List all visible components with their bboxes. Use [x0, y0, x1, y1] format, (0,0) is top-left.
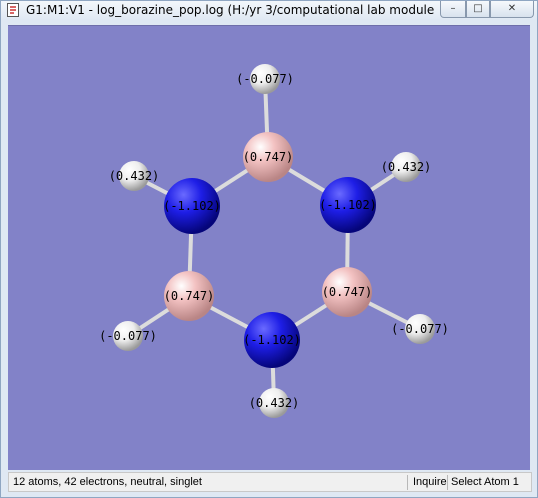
- charge-label: (-1.102): [319, 198, 377, 212]
- gaussview-window: G1:M1:V1 - log_borazine_pop.log (H:/yr 3…: [0, 0, 538, 498]
- charge-label: (0.432): [109, 169, 160, 183]
- charge-label: (0.747): [243, 150, 294, 164]
- status-divider: [447, 475, 448, 490]
- status-divider: [407, 475, 408, 490]
- maximize-button[interactable]: □: [466, 1, 490, 18]
- atoms-layer: [113, 64, 435, 418]
- document-icon: [7, 3, 19, 17]
- charge-label: (-0.077): [236, 72, 294, 86]
- charge-label: (-0.077): [391, 322, 449, 336]
- charge-label: (-1.102): [243, 333, 301, 347]
- close-button[interactable]: ✕: [490, 1, 534, 18]
- molecule-canvas[interactable]: (0.747) (0.747) (0.747) (-1.102) (-1.102) (-1…: [8, 26, 530, 470]
- title-bar[interactable]: G1:M1:V1 - log_borazine_pop.log (H:/yr 3…: [1, 1, 537, 20]
- status-bar: 12 atoms, 42 electrons, neutral, singlet…: [8, 472, 532, 492]
- minimize-button[interactable]: –: [440, 1, 466, 18]
- charge-label: (0.747): [322, 285, 373, 299]
- charge-label: (0.432): [381, 160, 432, 174]
- action-indicator: Select Atom 1: [451, 476, 519, 488]
- molecule-viewport[interactable]: (0.747) (0.747) (0.747) (-1.102) (-1.102) (-1…: [8, 25, 530, 470]
- molecule-summary: 12 atoms, 42 electrons, neutral, singlet: [13, 476, 202, 488]
- mode-indicator: Inquire: [413, 476, 447, 488]
- charge-label: (0.747): [164, 289, 215, 303]
- charge-label: (-0.077): [99, 329, 157, 343]
- charge-label: (-1.102): [163, 199, 221, 213]
- window-title: G1:M1:V1 - log_borazine_pop.log (H:/yr 3…: [26, 3, 434, 17]
- charge-label: (0.432): [249, 396, 300, 410]
